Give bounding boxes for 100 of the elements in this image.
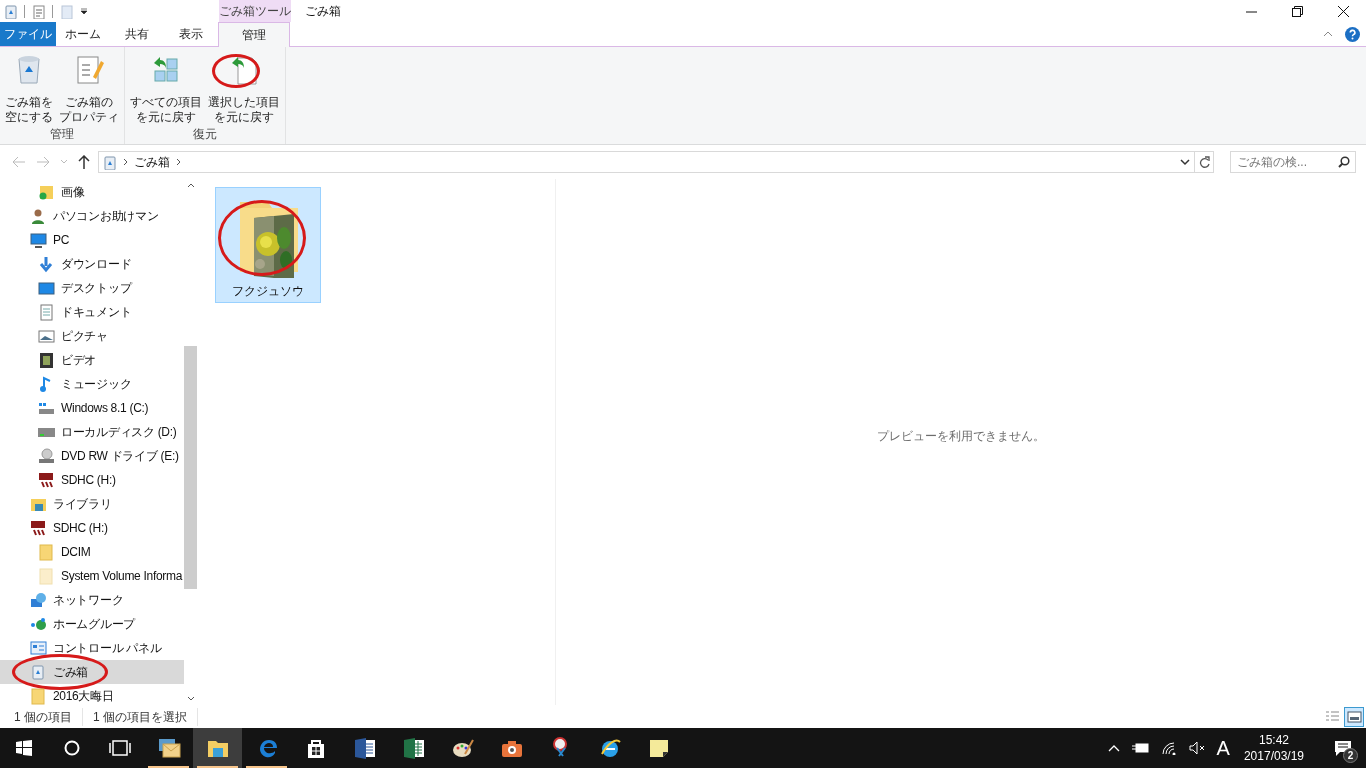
nav-item[interactable]: ビデオ bbox=[0, 348, 184, 372]
collapse-ribbon-button[interactable] bbox=[1323, 31, 1333, 37]
nav-item[interactable]: DCIM bbox=[0, 540, 184, 564]
up-button[interactable] bbox=[76, 153, 92, 171]
restore-icon bbox=[1291, 5, 1303, 17]
chevron-icon bbox=[123, 158, 128, 166]
help-button[interactable] bbox=[1345, 26, 1360, 42]
caret-icon bbox=[1323, 31, 1333, 37]
file-name: フクジュソウ bbox=[232, 283, 304, 300]
spreadsheet-app-icon bbox=[401, 736, 426, 760]
picture-icon bbox=[38, 327, 55, 345]
up-arrow-icon bbox=[78, 155, 90, 169]
context-tab-header: ごみ箱ツール bbox=[219, 0, 291, 22]
circle-icon bbox=[64, 740, 80, 756]
breadcrumb-item[interactable]: ごみ箱 bbox=[134, 153, 170, 171]
desktop-icon bbox=[38, 279, 55, 297]
ribbon-button[interactable]: ごみ箱の プロパティ bbox=[57, 53, 121, 125]
button-label-line: 選択した項目 bbox=[208, 95, 280, 110]
nav-item[interactable]: コントロール パネル bbox=[0, 636, 184, 660]
ribbon-tab[interactable]: ファイル bbox=[0, 22, 56, 46]
refresh-icon bbox=[1198, 156, 1210, 168]
ribbon-group-label: 復元 bbox=[193, 126, 217, 143]
button-label-line: プロパティ bbox=[59, 110, 119, 125]
action-center-button[interactable]: 2 bbox=[1328, 733, 1358, 763]
nav-item[interactable]: ピクチャ bbox=[0, 324, 184, 348]
ribbon-tab[interactable]: 共有 bbox=[110, 22, 164, 46]
recycle-bin-icon bbox=[102, 154, 117, 170]
taskbar-app-button[interactable] bbox=[193, 728, 242, 768]
file-item[interactable]: フクジュソウ bbox=[215, 187, 321, 303]
address-bar[interactable]: ごみ箱 bbox=[98, 151, 1195, 173]
pictures-folder-icon bbox=[38, 183, 55, 201]
ribbon-tab[interactable]: 表示 bbox=[164, 22, 218, 46]
show-hidden-icons-button[interactable] bbox=[1107, 744, 1120, 752]
computer-icon bbox=[30, 231, 47, 249]
disc-drive-icon bbox=[38, 447, 55, 465]
sd-card-icon bbox=[38, 471, 55, 489]
search-field[interactable]: ごみ箱の検... bbox=[1230, 151, 1356, 173]
dropdown-icon bbox=[1180, 158, 1190, 166]
network-icon bbox=[30, 591, 47, 609]
control-panel-icon bbox=[30, 639, 47, 657]
nav-item[interactable]: ローカルディスク (D:) bbox=[0, 420, 184, 444]
item-count: 1 個の項目 bbox=[14, 707, 83, 726]
recycle-bin-icon bbox=[3, 3, 18, 19]
nav-item[interactable]: SDHC (H:) bbox=[0, 468, 184, 492]
down-arrow-icon bbox=[38, 255, 55, 273]
nav-item[interactable]: 画像 bbox=[0, 180, 184, 204]
nav-item[interactable]: ダウンロード bbox=[0, 252, 184, 276]
task-view-icon bbox=[109, 740, 131, 756]
search-icon bbox=[1338, 156, 1350, 168]
nav-item[interactable]: Windows 8.1 (C:) bbox=[0, 396, 184, 420]
ime-indicator[interactable]: A bbox=[1216, 738, 1230, 758]
nav-item[interactable]: ネットワーク bbox=[0, 588, 184, 612]
chevron-icon bbox=[176, 158, 181, 166]
view-button[interactable] bbox=[1344, 706, 1364, 727]
folder-icon bbox=[30, 687, 47, 705]
caret-icon bbox=[60, 159, 68, 165]
mail-icon bbox=[156, 736, 181, 760]
nav-item[interactable]: 2016大晦日 bbox=[0, 684, 184, 705]
speaker-muted-icon bbox=[1188, 741, 1205, 755]
nav-item[interactable]: ごみ箱 bbox=[0, 660, 184, 684]
nav-item[interactable]: デスクトップ bbox=[0, 276, 184, 300]
button-label-line: を元に戻す bbox=[136, 110, 196, 125]
document-icon bbox=[38, 303, 55, 321]
notepad-icon bbox=[31, 3, 46, 19]
nav-item[interactable]: DVD RW ドライブ (E:) bbox=[0, 444, 184, 468]
ribbon-button[interactable]: 選択した項目 を元に戻す bbox=[206, 53, 282, 125]
document-app-icon bbox=[352, 736, 377, 760]
clock-time: 15:42 bbox=[1258, 732, 1289, 748]
nav-item[interactable]: System Volume Informa bbox=[0, 564, 184, 588]
ribbon-button[interactable]: ごみ箱を 空にする bbox=[3, 53, 55, 125]
ribbon-tab[interactable]: 管理 bbox=[218, 22, 290, 47]
button-label-line: 空にする bbox=[5, 110, 53, 125]
user-icon bbox=[30, 207, 47, 225]
refresh-button[interactable] bbox=[1194, 151, 1214, 173]
folder-icon bbox=[38, 567, 55, 585]
button-label-line: ごみ箱の bbox=[65, 95, 113, 110]
film-icon bbox=[38, 351, 55, 369]
scroll-up-icon bbox=[186, 183, 195, 188]
details-view-icon bbox=[1323, 709, 1341, 724]
nav-item[interactable]: SDHC (H:) bbox=[0, 516, 184, 540]
nav-item[interactable]: PC bbox=[0, 228, 184, 252]
ribbon-button[interactable]: すべての項目 を元に戻す bbox=[128, 53, 204, 125]
selection-count: 1 個の項目を選択 bbox=[83, 707, 199, 726]
nav-item[interactable]: ミュージック bbox=[0, 372, 184, 396]
large-icons-view-icon bbox=[1345, 709, 1363, 724]
nav-item[interactable]: ドキュメント bbox=[0, 300, 184, 324]
nav-item[interactable]: ホームグループ bbox=[0, 612, 184, 636]
button-label-line: すべての項目 bbox=[130, 95, 202, 110]
clock[interactable]: 15:42 2017/03/19 bbox=[1241, 732, 1306, 764]
scrollbar-thumb[interactable] bbox=[184, 346, 197, 589]
sd-card-icon bbox=[30, 519, 47, 537]
ribbon-tab[interactable]: ホーム bbox=[56, 22, 110, 46]
homegroup-icon bbox=[30, 615, 47, 633]
right-arrow-icon bbox=[36, 156, 50, 168]
nav-item[interactable]: ライブラリ bbox=[0, 492, 184, 516]
nav-item[interactable]: パソコンお助けマン bbox=[0, 204, 184, 228]
button-label-line: を元に戻す bbox=[214, 110, 274, 125]
windows-logo-icon bbox=[16, 740, 32, 756]
preview-message: プレビューを利用できません。 bbox=[877, 428, 1045, 445]
close-icon bbox=[1337, 5, 1349, 17]
